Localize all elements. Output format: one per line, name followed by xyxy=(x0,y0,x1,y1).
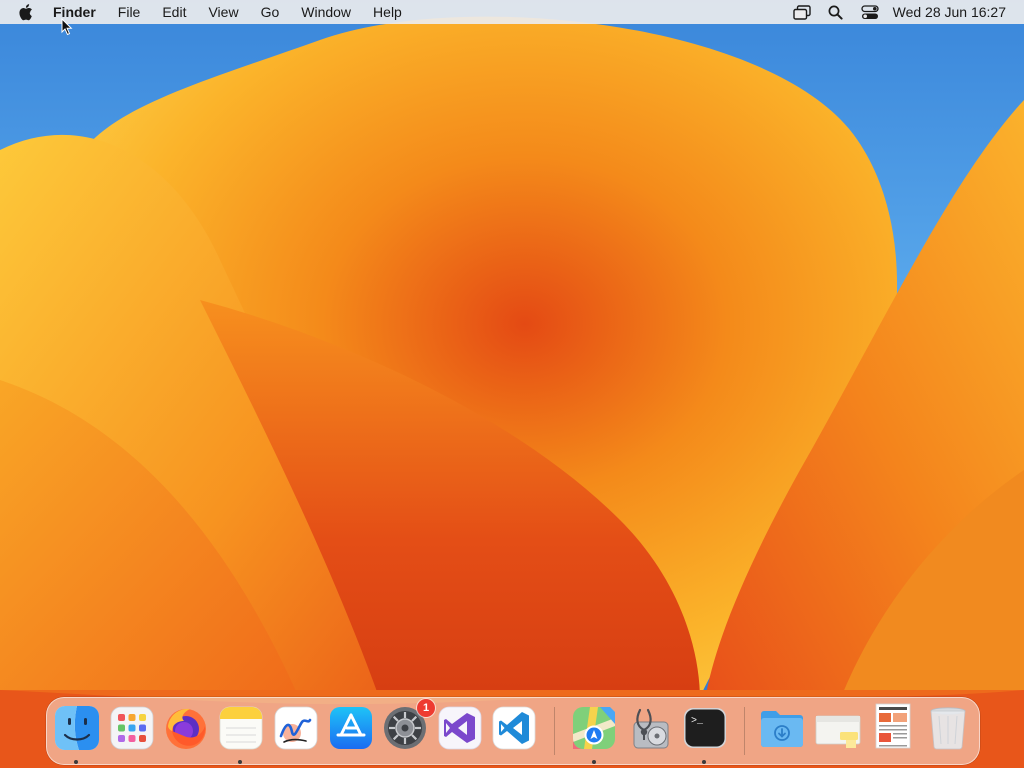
dock-disk-utility[interactable] xyxy=(626,704,674,752)
menu-window[interactable]: Window xyxy=(290,0,362,24)
menu-edit[interactable]: Edit xyxy=(151,0,197,24)
menu-bar: Finder File Edit View Go Window Help Wed… xyxy=(0,0,1024,24)
dock-maps[interactable] xyxy=(570,704,618,752)
document-stack-icon xyxy=(815,715,861,748)
dock-vscode[interactable] xyxy=(490,704,538,752)
running-indicator-terminal xyxy=(702,760,706,764)
desktop-wallpaper xyxy=(0,0,1024,768)
dock-freeform[interactable] xyxy=(272,704,320,752)
running-indicator-finder xyxy=(74,760,78,764)
search-icon[interactable] xyxy=(825,1,847,23)
control-center-icon[interactable] xyxy=(859,1,881,23)
dock-trash[interactable] xyxy=(924,704,972,752)
freeform-icon xyxy=(274,706,318,750)
dock-finder[interactable] xyxy=(53,704,101,752)
firefox-icon xyxy=(166,708,206,749)
apple-logo-icon[interactable] xyxy=(17,2,37,22)
notification-badge: 1 xyxy=(417,699,435,717)
document-preview-icon xyxy=(875,703,911,749)
dock-launchpad[interactable] xyxy=(108,704,156,752)
dock-terminal[interactable]: >_ xyxy=(681,704,729,752)
menu-bar-status-area: Wed 28 Jun 16:27 xyxy=(785,0,1024,24)
trash-icon xyxy=(930,707,966,750)
dock-system-settings[interactable]: 1 xyxy=(381,699,435,752)
finder-icon xyxy=(55,706,99,750)
menu-view[interactable]: View xyxy=(197,0,249,24)
menu-go[interactable]: Go xyxy=(250,0,291,24)
maps-icon xyxy=(573,707,615,749)
visual-studio-icon xyxy=(438,706,482,750)
mouse-cursor-icon xyxy=(61,17,73,36)
terminal-prompt: >_ xyxy=(691,716,704,727)
menu-app-finder[interactable]: Finder xyxy=(45,0,107,24)
vscode-icon xyxy=(492,706,536,750)
notes-icon xyxy=(219,706,263,750)
dock-app-store[interactable] xyxy=(327,704,375,752)
dock-notes[interactable] xyxy=(217,704,265,752)
dock-firefox[interactable] xyxy=(162,704,210,752)
downloads-folder-icon xyxy=(761,711,803,747)
dock-divider xyxy=(554,707,555,755)
running-indicator-notes xyxy=(238,760,242,764)
menu-bar-clock[interactable]: Wed 28 Jun 16:27 xyxy=(893,4,1006,20)
menu-file[interactable]: File xyxy=(107,0,152,24)
dock-visual-studio[interactable] xyxy=(436,704,484,752)
app-store-icon xyxy=(330,707,372,749)
launchpad-icon xyxy=(110,706,154,750)
dock-document-preview[interactable] xyxy=(869,702,917,750)
dock-document-stack[interactable] xyxy=(814,704,862,752)
disk-utility-icon xyxy=(633,708,669,749)
dock-downloads[interactable] xyxy=(758,704,806,752)
dock-divider-stacks xyxy=(744,707,745,755)
running-indicator-maps xyxy=(592,760,596,764)
terminal-icon: >_ xyxy=(684,708,726,748)
menu-help[interactable]: Help xyxy=(362,0,413,24)
screen-mirroring-icon[interactable] xyxy=(791,1,813,23)
